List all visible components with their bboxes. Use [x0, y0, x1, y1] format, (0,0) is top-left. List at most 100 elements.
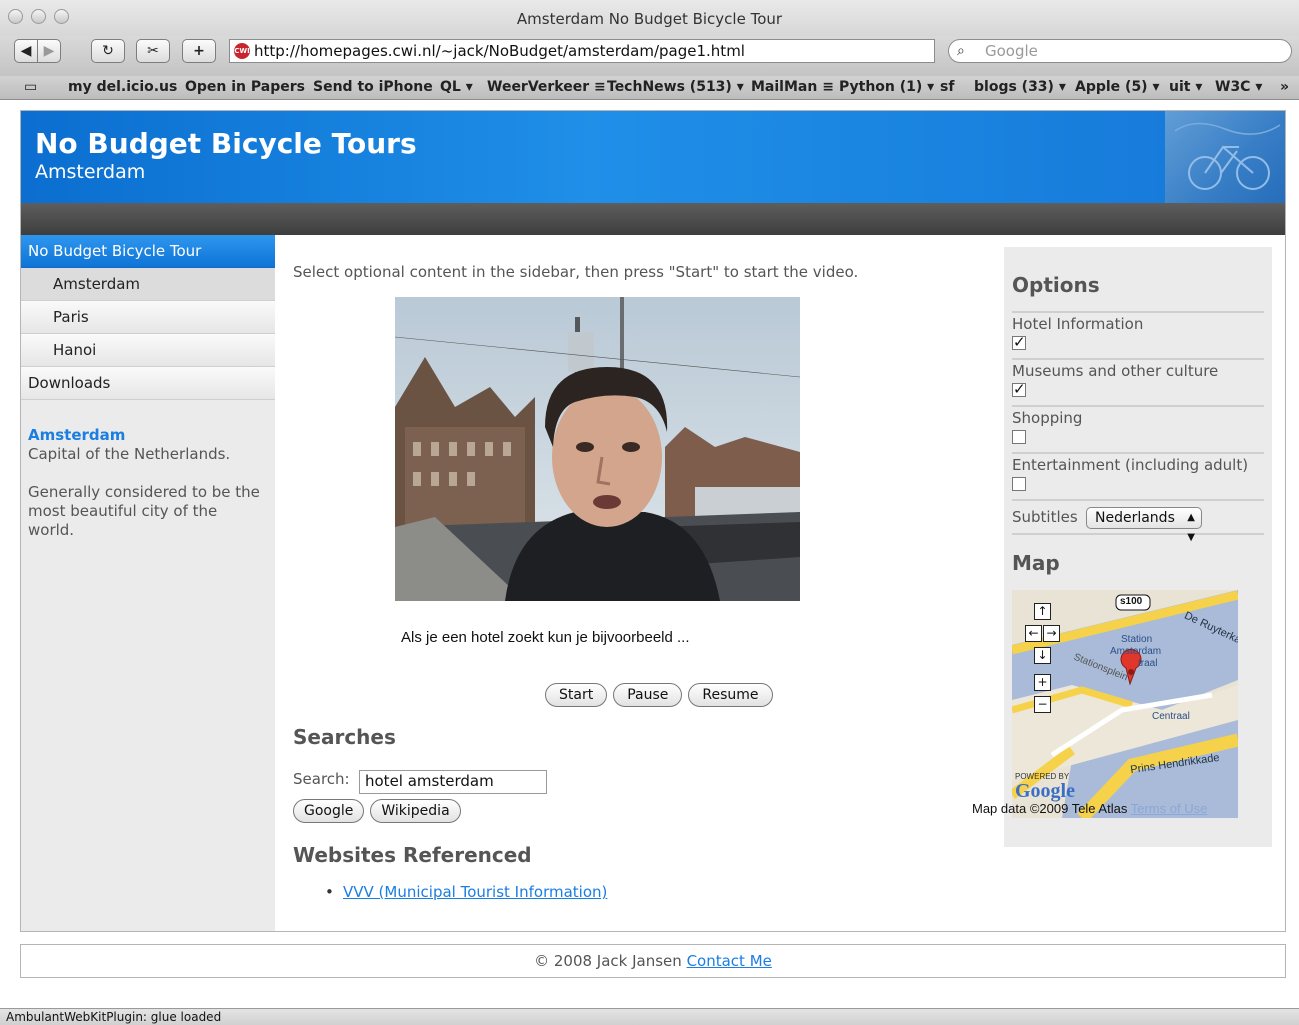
bookmarks-overflow-button[interactable]: » [1280, 79, 1289, 95]
map-station-label: Station [1121, 634, 1153, 645]
bookmark-w3c[interactable]: W3C ▾ [1215, 79, 1262, 95]
sidebar-item-amsterdam[interactable]: Amsterdam [21, 268, 275, 301]
site-subtitle: Amsterdam [35, 161, 146, 183]
select-arrows-icon: ▲ ▼ [1187, 512, 1195, 543]
bookmark-sf[interactable]: sf [940, 79, 954, 95]
back-button[interactable]: ◀ [14, 39, 38, 63]
bookmark-uit[interactable]: uit ▾ [1169, 79, 1202, 95]
main-content: Select optional content in the sidebar, … [275, 235, 1005, 931]
video-controls: Start Pause Resume [545, 683, 779, 707]
site-banner: No Budget Bicycle Tours Amsterdam [21, 111, 1285, 203]
option-museums: Museums and other culture ✓ [1012, 358, 1264, 405]
searches-heading: Searches [293, 725, 396, 749]
option-shopping-label: Shopping [1012, 409, 1083, 427]
address-bar-text: http://homepages.cwi.nl/~jack/NoBudget/a… [254, 42, 745, 60]
bookmark-weerverkeer[interactable]: WeerVerkeer ≡ [487, 79, 606, 95]
option-entertainment-label: Entertainment (including adult) [1012, 456, 1249, 474]
sidebar-item-paris[interactable]: Paris [21, 301, 275, 334]
sidebar: No Budget Bicycle Tour Amsterdam Paris H… [21, 235, 275, 931]
city-info-line2: Generally considered to be the most beau… [28, 483, 260, 539]
start-button[interactable]: Start [545, 683, 608, 707]
vvv-link[interactable]: VVV (Municipal Tourist Information) [343, 883, 607, 901]
options-heading: Options [1012, 273, 1100, 297]
window-titlebar: Amsterdam No Budget Bicycle Tour [0, 0, 1299, 38]
forward-button[interactable]: ▶ [37, 39, 61, 63]
sidebar-item-downloads[interactable]: Downloads [21, 367, 275, 400]
option-entertainment-checkbox[interactable] [1012, 477, 1026, 491]
video-player[interactable] [395, 297, 800, 601]
copyright-text: © 2008 Jack Jansen [534, 952, 682, 970]
site-favicon-icon: CWI [234, 43, 250, 59]
map-station-label-3: traal [1138, 658, 1158, 669]
bookmark-blogs[interactable]: blogs (33) ▾ [974, 79, 1066, 95]
option-entertainment: Entertainment (including adult) [1012, 452, 1264, 499]
window-title: Amsterdam No Budget Bicycle Tour [516, 10, 783, 28]
pan-right-icon[interactable]: → [1043, 625, 1060, 642]
bookmark-technews[interactable]: TechNews (513) ▾ [607, 79, 744, 95]
nav-strip [21, 203, 1285, 235]
map-centraal-label: Centraal [1152, 711, 1190, 722]
pan-left-icon[interactable]: ← [1025, 625, 1042, 642]
address-bar[interactable]: CWI http://homepages.cwi.nl/~jack/NoBudg… [229, 39, 935, 63]
search-label: Search: [293, 770, 350, 788]
subtitles-label: Subtitles [1012, 508, 1078, 526]
option-shopping-checkbox[interactable] [1012, 430, 1026, 444]
snip-button[interactable]: ✂ [136, 39, 170, 63]
pan-up-icon[interactable]: ↑ [1034, 603, 1051, 620]
add-bookmark-button[interactable]: + [182, 39, 216, 63]
options-panel: Options Hotel Information ✓ Museums and … [1004, 247, 1272, 847]
page-footer: © 2008 Jack Jansen Contact Me [20, 944, 1286, 978]
map-road-label: s100 [1120, 596, 1143, 607]
sidebar-item-hanoi[interactable]: Hanoi [21, 334, 275, 367]
pause-button[interactable]: Pause [613, 683, 683, 707]
bookmark-open-in-papers[interactable]: Open in Papers [185, 79, 305, 95]
option-hotel: Hotel Information ✓ [1012, 311, 1264, 358]
map-attribution: Map data ©2009 Tele Atlas Terms of Use [972, 801, 1207, 816]
bookmarks-book-icon[interactable]: ▭ [24, 79, 37, 95]
map-view[interactable]: s100 De Ruyterka Station Amsterdam traal… [1012, 590, 1238, 818]
bookmarks-bar: ▭ my del.icio.us Open in Papers Send to … [0, 76, 1299, 100]
map-station-label-2: Amsterdam [1110, 646, 1162, 657]
search-buttons: Google Wikipedia [293, 799, 467, 823]
bookmark-delicious[interactable]: my del.icio.us [68, 79, 177, 95]
browser-search-field[interactable]: ⌕ Google [948, 39, 1292, 63]
bookmark-python[interactable]: Python (1) ▾ [839, 79, 934, 95]
resume-button[interactable]: Resume [688, 683, 773, 707]
websites-list: • VVV (Municipal Tourist Information) [325, 883, 607, 901]
browser-toolbar: ◀ ▶ ↻ ✂ + CWI http://homepages.cwi.nl/~j… [0, 36, 1299, 76]
option-shopping: Shopping [1012, 405, 1264, 452]
google-logo: Google [1015, 780, 1075, 802]
list-item: • VVV (Municipal Tourist Information) [325, 883, 607, 901]
bullet-icon: • [325, 883, 334, 901]
city-info: Amsterdam Capital of the Netherlands. Ge… [21, 400, 275, 540]
subtitles-row: Subtitles Nederlands ▲ ▼ [1012, 499, 1264, 543]
zoom-in-icon[interactable]: + [1034, 674, 1051, 691]
bookmark-apple[interactable]: Apple (5) ▾ [1075, 79, 1160, 95]
option-museums-label: Museums and other culture [1012, 362, 1219, 380]
reload-button[interactable]: ↻ [91, 39, 125, 63]
wikipedia-search-button[interactable]: Wikipedia [370, 799, 461, 823]
websites-heading: Websites Referenced [293, 843, 532, 867]
banner-bicycle-image [1165, 111, 1285, 203]
status-bar: AmbulantWebKitPlugin: glue loaded [0, 1008, 1299, 1025]
google-search-button[interactable]: Google [293, 799, 365, 823]
map-heading: Map [1012, 551, 1060, 575]
intro-text: Select optional content in the sidebar, … [293, 263, 859, 281]
option-museums-checkbox[interactable]: ✓ [1012, 382, 1026, 397]
pan-down-icon[interactable]: ↓ [1034, 647, 1051, 664]
contact-link[interactable]: Contact Me [687, 952, 772, 970]
bookmark-mailman[interactable]: MailMan ≡ [751, 79, 834, 95]
subtitles-select-value: Nederlands [1095, 510, 1175, 526]
bookmark-send-to-iphone[interactable]: Send to iPhone [313, 79, 433, 95]
option-hotel-label: Hotel Information [1012, 315, 1144, 333]
search-input[interactable]: hotel amsterdam [359, 770, 547, 794]
site-title: No Budget Bicycle Tours [35, 127, 417, 160]
browser-search-placeholder: Google [985, 42, 1038, 60]
zoom-out-icon[interactable]: − [1034, 696, 1051, 713]
bookmark-ql[interactable]: QL ▾ [440, 79, 473, 95]
map-data-text: Map data ©2009 Tele Atlas [972, 801, 1128, 816]
map-terms-link[interactable]: Terms of Use [1131, 801, 1208, 816]
subtitles-select[interactable]: Nederlands ▲ ▼ [1086, 507, 1202, 543]
option-hotel-checkbox[interactable]: ✓ [1012, 335, 1026, 350]
sidebar-item-tour[interactable]: No Budget Bicycle Tour [21, 235, 275, 268]
